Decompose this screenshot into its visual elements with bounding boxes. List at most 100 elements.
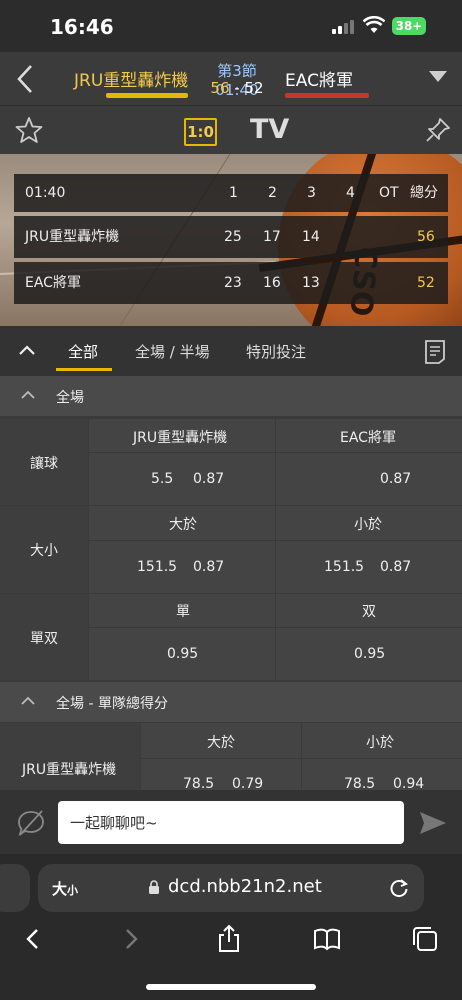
tab-full-half[interactable]: 全場 / 半場 <box>135 341 210 362</box>
odds-cell-team-over[interactable]: 78.5 0.79 <box>141 759 301 792</box>
odds-cell-team-under[interactable]: 78.5 0.94 <box>302 759 462 792</box>
total-line: 151.5 <box>137 559 178 575</box>
market-label-handicap: 讓球 <box>30 456 58 472</box>
odds-cell-total-under[interactable]: 151.5 0.87 <box>276 541 462 593</box>
scoreboard-q2: 17 <box>263 229 281 245</box>
browser-chrome: 大小 dcd.nbb21n2.net <box>0 854 462 1000</box>
share-icon[interactable] <box>214 924 244 954</box>
text-size-small: 小 <box>67 884 79 897</box>
chat-input[interactable] <box>58 801 404 844</box>
text-size-button[interactable]: 大小 <box>52 878 78 899</box>
previous-tab-card[interactable] <box>0 864 30 912</box>
market-label-cell: JRU重型轟炸機 <box>0 723 140 790</box>
browser-forward-icon[interactable] <box>116 924 146 954</box>
col-header-under: 小於 <box>354 517 382 533</box>
scoreboard-q1: 25 <box>224 229 242 245</box>
scoreboard-q3: 13 <box>302 275 320 291</box>
scoreboard-q3: 14 <box>302 229 320 245</box>
away-score: 52 <box>244 79 264 97</box>
bookmarks-icon[interactable] <box>312 924 342 954</box>
section-header-full[interactable]: 全場 <box>0 376 462 416</box>
scoreboard-col-q2: 2 <box>268 185 277 201</box>
col-header-cell: 小於 <box>302 723 462 758</box>
home-indicator <box>146 984 316 990</box>
col-header-cell: 大於 <box>141 723 301 758</box>
back-arrow-icon[interactable] <box>12 62 40 96</box>
away-team-name: EAC將軍 <box>285 71 353 91</box>
url-text: dcd.nbb21n2.net <box>168 876 322 897</box>
active-tab-underline <box>56 368 112 371</box>
section-collapse-icon[interactable] <box>20 696 36 706</box>
scoreboard-col-total: 總分 <box>410 185 438 201</box>
col-header-cell: 單 <box>89 594 275 627</box>
address-bar[interactable]: 大小 dcd.nbb21n2.net <box>38 864 424 912</box>
scoreboard-row-away: EAC將軍 23 16 13 52 <box>14 262 448 304</box>
market-label-cell: 讓球 <box>0 419 88 505</box>
status-bar: 16:46 38+ <box>0 0 462 52</box>
home-score: 56 <box>210 79 230 97</box>
odds-cell-total-over[interactable]: 151.5 0.87 <box>89 541 275 593</box>
score-ratio-button[interactable]: 1:0 <box>184 118 217 146</box>
text-size-large: 大 <box>52 880 68 898</box>
scoreboard-total: 52 <box>417 275 435 291</box>
col-header-over: 大於 <box>207 735 235 751</box>
market-label-cell: 大小 <box>0 506 88 593</box>
section-title: 全場 - 單隊總得分 <box>56 696 168 712</box>
total-odds: 0.87 <box>193 559 225 575</box>
home-team-color-bar <box>106 93 188 98</box>
bet-tabs: 全部 全場 / 半場 特別投注 <box>0 326 462 376</box>
match-dropdown-icon[interactable] <box>429 71 447 82</box>
team-total-team: JRU重型轟炸機 <box>22 762 117 778</box>
odds-cell-handicap-home[interactable]: 5.5 0.87 <box>89 453 275 505</box>
market-label-cell: 單双 <box>0 594 88 680</box>
col-header-cell: 大於 <box>89 506 275 540</box>
wifi-icon <box>363 16 385 33</box>
browser-back-icon[interactable] <box>18 924 48 954</box>
chat-mute-icon[interactable] <box>16 808 46 838</box>
scoreboard-header-row: 01:40 1 2 3 4 OT 總分 <box>14 174 448 212</box>
col-header-home: JRU重型轟炸機 <box>133 430 228 446</box>
col-header-away: EAC將軍 <box>340 430 396 446</box>
tab-special[interactable]: 特別投注 <box>246 341 306 362</box>
odds-cell-handicap-away[interactable]: 0.87 <box>276 453 462 505</box>
collapse-caret-icon[interactable] <box>18 344 36 356</box>
scoreboard-total: 56 <box>417 229 435 245</box>
odds-cell-even[interactable]: 0.95 <box>276 628 462 680</box>
col-header-over: 大於 <box>169 517 197 533</box>
battery-indicator: 38+ <box>392 17 426 35</box>
scoreboard-col-q3: 3 <box>307 185 316 201</box>
match-score: 56 - 52 <box>196 79 278 97</box>
tv-button[interactable]: TV <box>250 114 289 145</box>
section-header-team-total[interactable]: 全場 - 單隊總得分 <box>0 682 462 722</box>
section-collapse-icon[interactable] <box>20 390 36 400</box>
scoreboard-col-ot: OT <box>379 185 399 201</box>
bet-slip-icon[interactable] <box>424 339 446 365</box>
scoreboard-col-q4: 4 <box>346 185 355 201</box>
col-header-under: 小於 <box>366 735 394 751</box>
section-title: 全場 <box>56 390 84 406</box>
scoreboard-team: JRU重型轟炸機 <box>25 229 120 245</box>
odd-even-odds: 0.95 <box>354 646 386 662</box>
col-header-cell: EAC將軍 <box>276 419 462 452</box>
reload-icon[interactable] <box>388 877 410 899</box>
scoreboard-q1: 23 <box>224 275 242 291</box>
lock-icon <box>149 880 159 894</box>
odds-cell-odd[interactable]: 0.95 <box>89 628 275 680</box>
market-label-total: 大小 <box>30 543 58 559</box>
favorite-star-icon[interactable] <box>15 116 43 144</box>
col-header-cell: JRU重型轟炸機 <box>89 419 275 452</box>
tabs-icon[interactable] <box>410 924 440 954</box>
status-time: 16:46 <box>50 15 114 39</box>
score-separator: - <box>229 79 245 97</box>
total-odds: 0.87 <box>380 559 412 575</box>
scoreboard-q2: 16 <box>263 275 281 291</box>
col-header-even: 双 <box>362 604 376 620</box>
pin-icon[interactable] <box>424 116 452 144</box>
odd-even-odds: 0.95 <box>167 646 199 662</box>
send-icon[interactable] <box>418 810 448 836</box>
chat-bar <box>0 790 462 854</box>
total-line: 151.5 <box>324 559 365 575</box>
tab-all[interactable]: 全部 <box>68 341 98 362</box>
match-header: JRU重型轟炸機 第3節 01:40 56 - 52 EAC將軍 <box>0 52 462 106</box>
home-team-name: JRU重型轟炸機 <box>74 71 189 91</box>
